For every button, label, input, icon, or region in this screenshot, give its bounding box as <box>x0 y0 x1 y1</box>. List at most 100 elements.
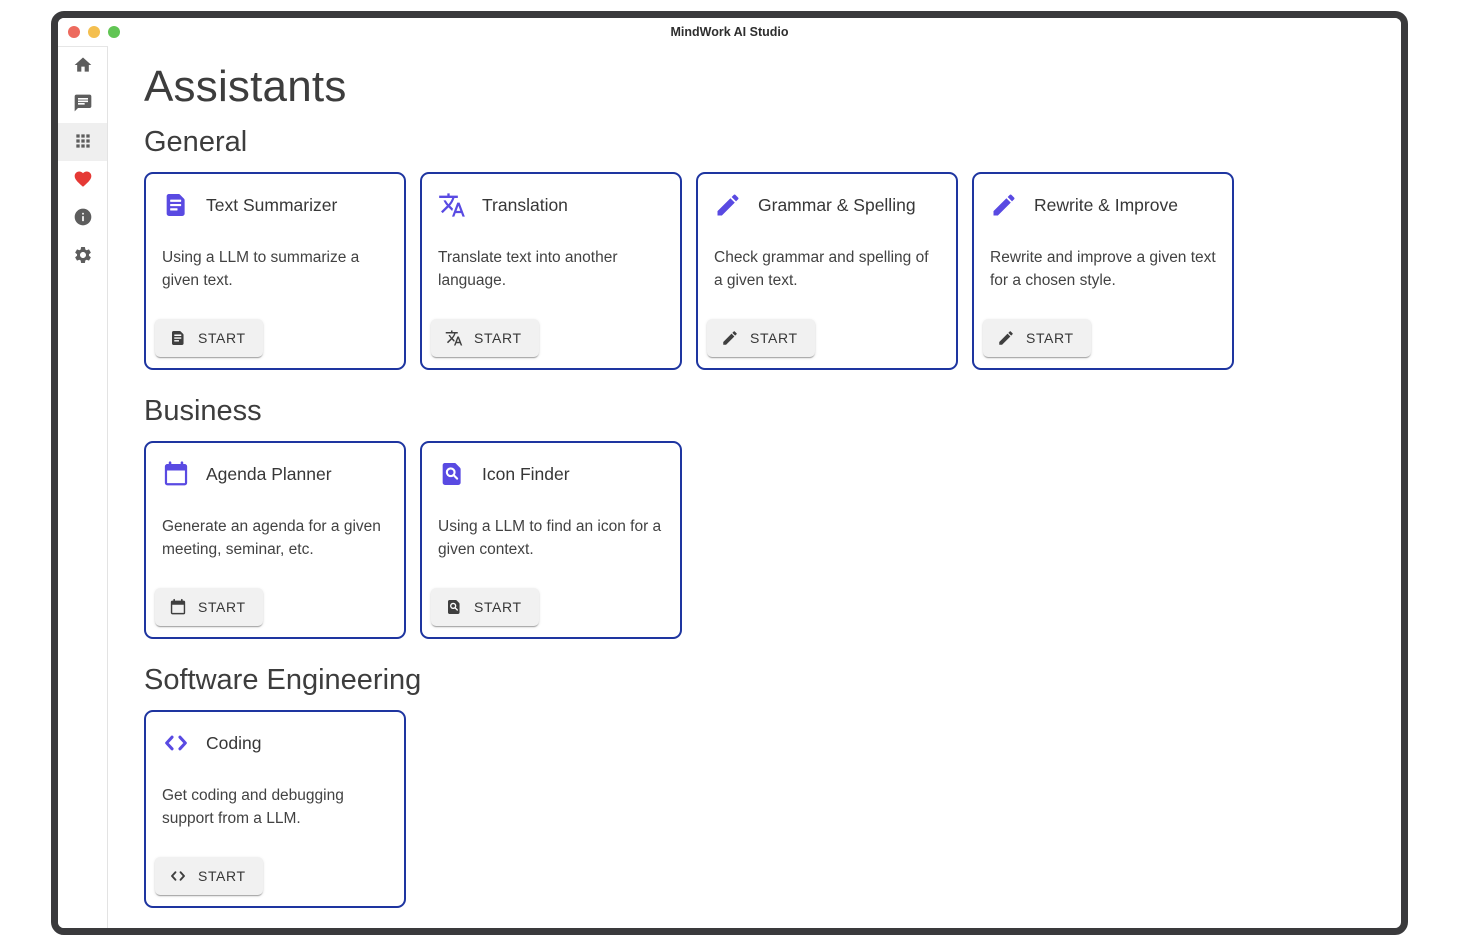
start-button[interactable]: START <box>155 588 263 626</box>
sections-container: General Text Summarizer Using a LLM to s… <box>144 126 1401 908</box>
card-content: Agenda Planner Generate an agenda for a … <box>146 443 404 580</box>
start-button[interactable]: START <box>155 857 263 895</box>
assistant-card: Text Summarizer Using a LLM to summarize… <box>144 172 406 370</box>
card-actions: START <box>146 580 404 637</box>
card-description: Translate text into another language. <box>438 246 664 292</box>
assistant-card: Agenda Planner Generate an agenda for a … <box>144 441 406 639</box>
card-header: Coding <box>162 729 388 757</box>
card-description: Generate an agenda for a given meeting, … <box>162 515 388 561</box>
card-title: Icon Finder <box>482 464 570 485</box>
assistant-card: Translation Translate text into another … <box>420 172 682 370</box>
start-button[interactable]: START <box>431 588 539 626</box>
start-button-label: START <box>1026 330 1074 346</box>
start-button-label: START <box>198 868 246 884</box>
gear-icon <box>73 245 93 268</box>
minimize-button[interactable] <box>88 26 100 38</box>
card-content: Rewrite & Improve Rewrite and improve a … <box>974 174 1232 311</box>
code-icon <box>162 729 190 757</box>
app-window: MindWork AI Studio <box>51 11 1408 935</box>
sidebar-item-assistants[interactable] <box>58 123 107 161</box>
edit-icon <box>990 191 1018 219</box>
card-content: Translation Translate text into another … <box>422 174 680 311</box>
card-row: Coding Get coding and debugging support … <box>144 710 1401 908</box>
close-button[interactable] <box>68 26 80 38</box>
summarize-icon <box>169 329 187 347</box>
card-content: Grammar & Spelling Check grammar and spe… <box>698 174 956 311</box>
heart-icon <box>73 169 93 192</box>
card-title: Rewrite & Improve <box>1034 195 1178 216</box>
start-button[interactable]: START <box>983 319 1091 357</box>
assistant-section: Business Agenda Planner Generate an agen… <box>144 395 1401 639</box>
info-icon <box>73 207 93 230</box>
translate-icon <box>438 191 466 219</box>
card-title: Grammar & Spelling <box>758 195 916 216</box>
apps-grid-icon <box>73 131 93 154</box>
card-title: Translation <box>482 195 568 216</box>
icon-search-icon <box>438 460 466 488</box>
card-row: Agenda Planner Generate an agenda for a … <box>144 441 1401 639</box>
section-heading: General <box>144 126 1401 159</box>
start-button-label: START <box>198 599 246 615</box>
start-button[interactable]: START <box>155 319 263 357</box>
start-button[interactable]: START <box>707 319 815 357</box>
section-heading: Business <box>144 395 1401 428</box>
section-heading: Software Engineering <box>144 664 1401 697</box>
app-body: Assistants General Text Summarizer Using… <box>58 46 1401 928</box>
card-title: Text Summarizer <box>206 195 337 216</box>
sidebar-item-home[interactable] <box>58 47 107 85</box>
card-header: Text Summarizer <box>162 191 388 219</box>
card-actions: START <box>146 849 404 906</box>
zoom-button[interactable] <box>108 26 120 38</box>
calendar-icon <box>169 598 187 616</box>
sidebar <box>58 46 108 928</box>
home-icon <box>73 55 93 78</box>
start-button-label: START <box>474 330 522 346</box>
start-button-label: START <box>474 599 522 615</box>
card-title: Coding <box>206 733 261 754</box>
card-description: Check grammar and spelling of a given te… <box>714 246 940 292</box>
edit-icon <box>997 329 1015 347</box>
assistant-card: Rewrite & Improve Rewrite and improve a … <box>972 172 1234 370</box>
card-actions: START <box>422 311 680 368</box>
card-description: Rewrite and improve a given text for a c… <box>990 246 1216 292</box>
summarize-icon <box>162 191 190 219</box>
card-header: Translation <box>438 191 664 219</box>
assistant-card: Icon Finder Using a LLM to find an icon … <box>420 441 682 639</box>
card-actions: START <box>698 311 956 368</box>
card-description: Using a LLM to summarize a given text. <box>162 246 388 292</box>
icon-search-icon <box>445 598 463 616</box>
card-header: Icon Finder <box>438 460 664 488</box>
assistant-section: Software Engineering Coding Get coding a… <box>144 664 1401 908</box>
window-title: MindWork AI Studio <box>670 25 788 39</box>
assistant-card: Coding Get coding and debugging support … <box>144 710 406 908</box>
assistant-section: General Text Summarizer Using a LLM to s… <box>144 126 1401 370</box>
start-button-label: START <box>198 330 246 346</box>
page-title: Assistants <box>144 62 1401 112</box>
calendar-icon <box>162 460 190 488</box>
start-button[interactable]: START <box>431 319 539 357</box>
assistant-card: Grammar & Spelling Check grammar and spe… <box>696 172 958 370</box>
card-description: Get coding and debugging support from a … <box>162 784 388 830</box>
card-header: Agenda Planner <box>162 460 388 488</box>
sidebar-item-chats[interactable] <box>58 85 107 123</box>
sidebar-item-about[interactable] <box>58 199 107 237</box>
card-row: Text Summarizer Using a LLM to summarize… <box>144 172 1401 370</box>
sidebar-item-settings[interactable] <box>58 237 107 275</box>
card-content: Icon Finder Using a LLM to find an icon … <box>422 443 680 580</box>
sidebar-item-favorites[interactable] <box>58 161 107 199</box>
start-button-label: START <box>750 330 798 346</box>
card-content: Text Summarizer Using a LLM to summarize… <box>146 174 404 311</box>
card-actions: START <box>422 580 680 637</box>
main-content: Assistants General Text Summarizer Using… <box>108 46 1401 928</box>
card-header: Grammar & Spelling <box>714 191 940 219</box>
titlebar: MindWork AI Studio <box>58 18 1401 46</box>
card-actions: START <box>146 311 404 368</box>
card-description: Using a LLM to find an icon for a given … <box>438 515 664 561</box>
chat-icon <box>73 93 93 116</box>
card-title: Agenda Planner <box>206 464 332 485</box>
translate-icon <box>445 329 463 347</box>
traffic-lights <box>68 18 120 46</box>
card-header: Rewrite & Improve <box>990 191 1216 219</box>
card-content: Coding Get coding and debugging support … <box>146 712 404 849</box>
edit-icon <box>721 329 739 347</box>
